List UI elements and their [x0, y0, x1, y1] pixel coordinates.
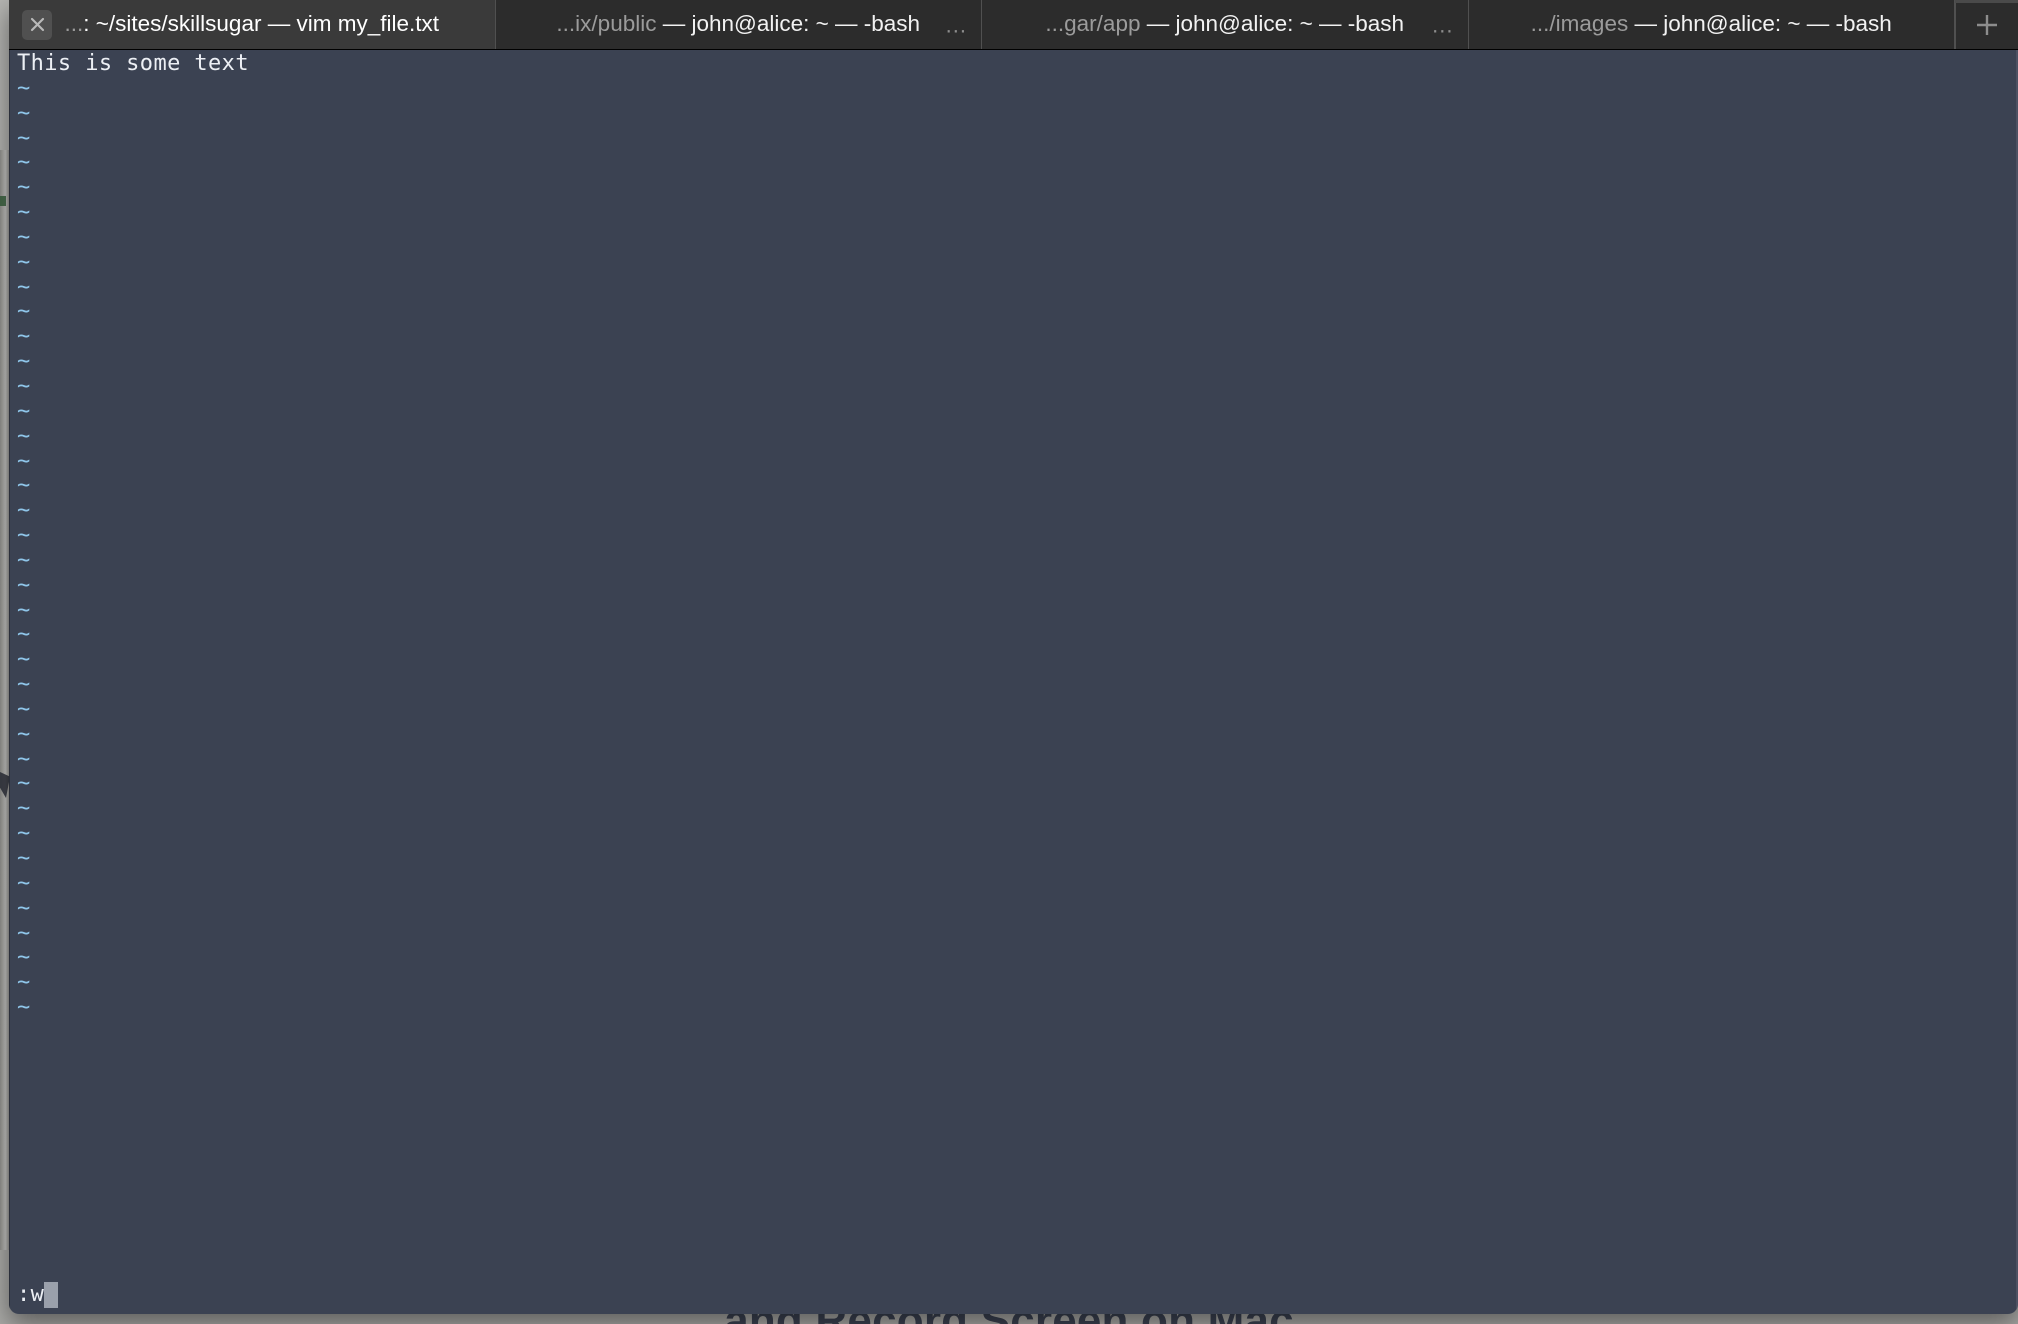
vim-filler-line: ~	[17, 373, 31, 399]
vim-filler-line: ~	[17, 895, 31, 921]
vim-filler-line: ~	[17, 398, 31, 424]
vim-filler-line: ~	[17, 995, 31, 1021]
vim-filler-line: ~	[17, 846, 31, 871]
vim-filler-line: ~	[17, 672, 31, 698]
vim-filler-line: ~	[17, 498, 31, 524]
vim-buffer[interactable]: This is some text ~ ~ ~ ~ ~ ~ ~ ~ ~ ~ ~ ~ ~ ~ ~ ~ ~ ~ ~ ~ ~ ~ ~…	[17, 50, 2018, 1272]
background-green-sliver	[0, 196, 6, 206]
vim-filler-line: ~	[17, 746, 31, 772]
vim-filler-line: ~	[17, 647, 31, 673]
vim-filler-line: ~	[17, 945, 31, 971]
tab-title: .../images — john@alice: ~ — -bash	[1531, 13, 1892, 36]
vim-filler-line: ~	[17, 721, 31, 747]
tab-vim-my-file[interactable]: ...: ~/sites/skillsugar — vim my_file.tx…	[9, 0, 496, 49]
vim-filler-line: ~	[17, 920, 31, 946]
vim-filler-line: ~	[17, 696, 31, 722]
vim-filler-line: ~	[17, 100, 31, 126]
vim-filler-line: ~	[17, 175, 31, 201]
vim-filler-line: ~	[17, 274, 31, 300]
vim-filler-line: ~	[17, 75, 31, 101]
vim-filler-line: ~	[17, 870, 31, 896]
tab-title-main: — john@alice: ~ — -bash	[1628, 13, 1892, 36]
vim-filler-line: ~	[17, 622, 31, 648]
terminal-window: ...: ~/sites/skillsugar — vim my_file.tx…	[9, 0, 2018, 1314]
tab-title-prefix: ...gar/app	[1045, 13, 1141, 36]
tab-images-bash[interactable]: .../images — john@alice: ~ — -bash	[1468, 0, 1955, 49]
tab-overflow-ellipsis: ...	[945, 11, 967, 37]
new-tab-button[interactable]	[1955, 0, 2018, 49]
vim-filler-line: ~	[17, 299, 31, 325]
vim-filler-line: ~	[17, 771, 31, 797]
tab-bar: ...: ~/sites/skillsugar — vim my_file.tx…	[9, 0, 2018, 50]
tab-title: ...gar/app — john@alice: ~ — -bash	[1045, 13, 1404, 36]
vim-filler-line: ~	[17, 473, 31, 499]
vim-filler-line: ~	[17, 125, 31, 151]
vim-filler-line: ~	[17, 821, 31, 847]
tab-title-main: — john@alice: ~ — -bash	[1140, 13, 1405, 36]
vim-filler-line: ~	[17, 349, 31, 375]
tab-title-prefix: ...ix/public	[556, 13, 657, 36]
tab-app-bash[interactable]: ...gar/app — john@alice: ~ — -bash ...	[982, 0, 1469, 49]
vim-filler-line: ~	[17, 572, 31, 598]
vim-filler-line: ~	[17, 224, 31, 250]
close-icon[interactable]	[22, 9, 52, 40]
vim-filler-line: ~	[17, 547, 31, 573]
vim-filler-line: ~	[17, 597, 31, 623]
vim-block-cursor	[44, 1282, 59, 1308]
tab-public-bash[interactable]: ...ix/public — john@alice: ~ — -bash ...	[495, 0, 982, 49]
vim-filler-line: ~	[17, 423, 31, 449]
tab-title-prefix: .../images	[1530, 13, 1629, 36]
tab-title: ...ix/public — john@alice: ~ — -bash	[556, 13, 920, 36]
plus-icon	[1972, 10, 2002, 40]
tab-title-prefix: ...	[64, 13, 84, 36]
vim-filler-line: ~	[17, 200, 31, 226]
tab-overflow-ellipsis: ...	[1432, 11, 1454, 37]
vim-filler-line: ~	[17, 249, 31, 275]
vim-filler-line: ~	[17, 448, 31, 474]
terminal-content-area[interactable]: This is some text ~ ~ ~ ~ ~ ~ ~ ~ ~ ~ ~ ~ ~ ~ ~ ~ ~ ~ ~ ~ ~ ~ ~…	[9, 50, 2018, 1314]
vim-command-line[interactable]: :w	[17, 1282, 59, 1308]
tab-title: ...: ~/sites/skillsugar — vim my_file.tx…	[65, 13, 439, 36]
vim-text-line: This is some text	[17, 51, 249, 76]
tab-title-main: — john@alice: ~ — -bash	[656, 13, 921, 36]
vim-filler-line: ~	[17, 970, 31, 996]
tab-title-main: : ~/sites/skillsugar — vim my_file.txt	[83, 13, 439, 36]
vim-filler-line: ~	[17, 796, 31, 822]
vim-filler-line: ~	[17, 523, 31, 549]
vim-filler-line: ~	[17, 324, 31, 350]
background-left-strip	[0, 150, 9, 1250]
vim-command-text: :w	[17, 1282, 45, 1307]
vim-filler-line: ~	[17, 150, 31, 176]
